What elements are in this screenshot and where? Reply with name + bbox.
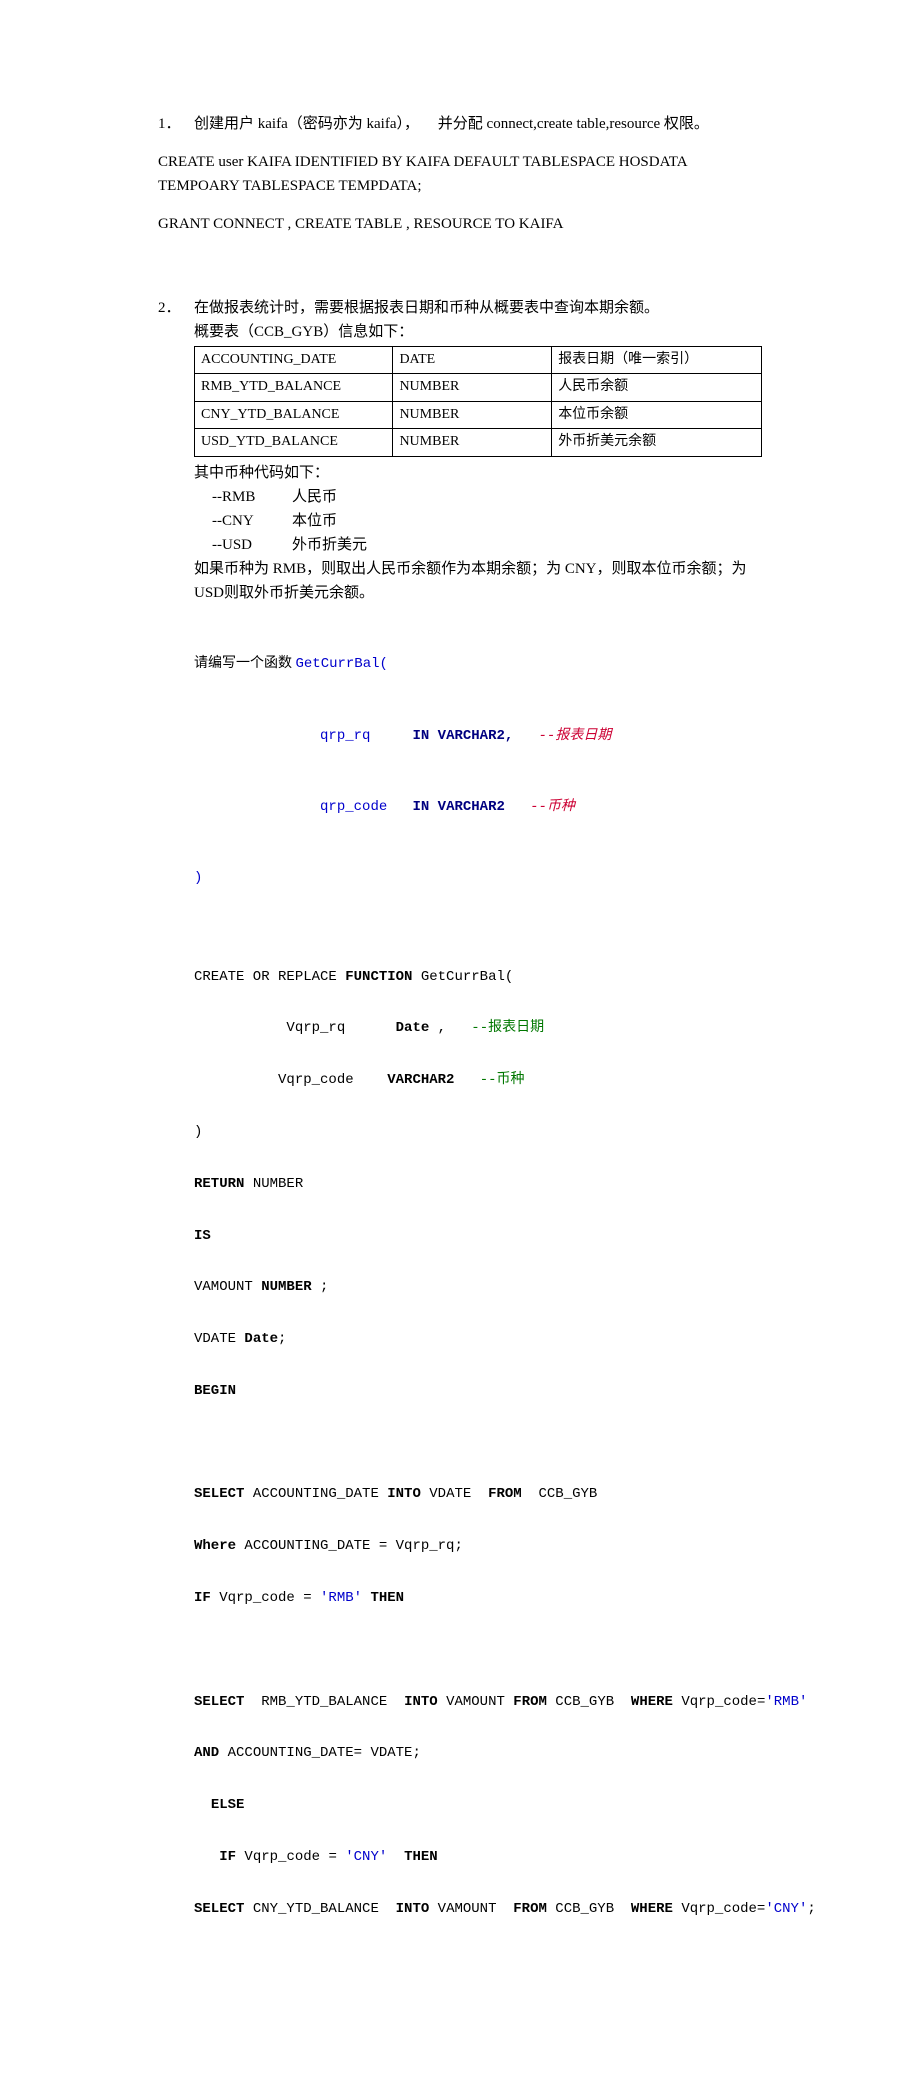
table-row: ACCOUNTING_DATEDATE报表日期（唯一索引）	[195, 347, 762, 374]
q1-sql-create: CREATE user KAIFA IDENTIFIED BY KAIFA DE…	[158, 150, 762, 198]
table-cell: CNY_YTD_BALANCE	[195, 401, 393, 428]
q1-title: 创建用户 kaifa（密码亦为 kaifa）， 并分配 connect,crea…	[194, 116, 709, 132]
q1-marker: 1．	[158, 112, 181, 136]
table-cell: 报表日期（唯一索引）	[552, 347, 762, 374]
document-page: 1． 创建用户 kaifa（密码亦为 kaifa）， 并分配 connect,c…	[0, 0, 920, 2074]
question-2: 2． 在做报表统计时，需要根据报表日期和币种从概要表中查询本期余额。	[158, 296, 762, 320]
function-body: CREATE OR REPLACE FUNCTION GetCurrBal( V…	[194, 939, 762, 1975]
question-1: 1． 创建用户 kaifa（密码亦为 kaifa）， 并分配 connect,c…	[158, 112, 762, 136]
q2-title: 在做报表统计时，需要根据报表日期和币种从概要表中查询本期余额。	[194, 300, 659, 316]
q2-explain: 如果币种为 RMB，则取出人民币余额作为本期余额；为 CNY，则取本位币余额；为…	[194, 557, 762, 605]
table-row: USD_YTD_BALANCENUMBER外币折美元余额	[195, 429, 762, 456]
list-item: --RMB人民币	[212, 485, 762, 509]
table-cell: NUMBER	[393, 401, 552, 428]
table-row: RMB_YTD_BALANCENUMBER人民币余额	[195, 374, 762, 401]
table-cell: ACCOUNTING_DATE	[195, 347, 393, 374]
table-cell: DATE	[393, 347, 552, 374]
table-cell: 人民币余额	[552, 374, 762, 401]
q2-marker: 2．	[158, 296, 181, 320]
q2-intro: 概要表（CCB_GYB）信息如下：	[194, 320, 762, 344]
currency-intro: 其中币种代码如下：	[194, 461, 762, 485]
list-item: --USD外币折美元	[212, 533, 762, 557]
table-cell: NUMBER	[393, 429, 552, 456]
currency-list: --RMB人民币--CNY本位币--USD外币折美元	[194, 485, 762, 557]
q1-sql-grant: GRANT CONNECT , CREATE TABLE , RESOURCE …	[158, 212, 762, 236]
table-row: CNY_YTD_BALANCENUMBER本位币余额	[195, 401, 762, 428]
function-signature: 请编写一个函数 GetCurrBal( qrp_rq IN VARCHAR2, …	[194, 605, 762, 939]
table-cell: NUMBER	[393, 374, 552, 401]
table-cell: USD_YTD_BALANCE	[195, 429, 393, 456]
table-cell: 外币折美元余额	[552, 429, 762, 456]
q2-body: 概要表（CCB_GYB）信息如下： ACCOUNTING_DATEDATE报表日…	[158, 320, 762, 1974]
table-cell: 本位币余额	[552, 401, 762, 428]
table-cell: RMB_YTD_BALANCE	[195, 374, 393, 401]
ccb-gyb-table: ACCOUNTING_DATEDATE报表日期（唯一索引）RMB_YTD_BAL…	[194, 346, 762, 457]
list-item: --CNY本位币	[212, 509, 762, 533]
